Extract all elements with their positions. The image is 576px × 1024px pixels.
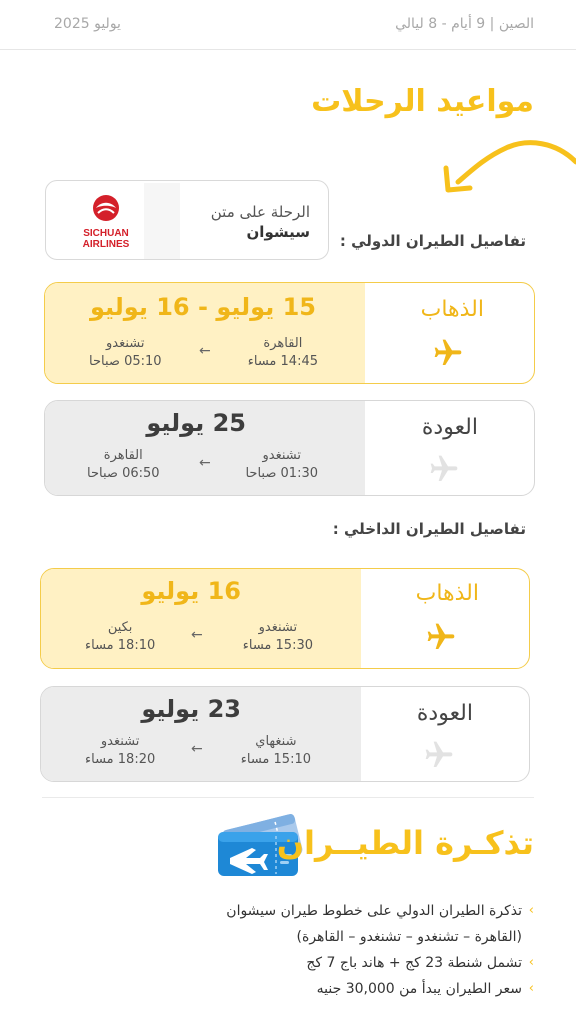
airline-name: سيشوان [246,223,311,241]
page-title: مواعيد الرحلات [311,84,534,119]
direction-label: العودة [416,701,473,726]
intl-return-card: العودة 25 يوليو تشنغدو 01:30 صباحا ← الق… [44,400,535,496]
airline-card: SICHUAN AIRLINES الرحلة على متن سيشوان [45,180,329,260]
departure-time: 15:30 مساء [242,638,313,653]
arrival-info: تشنغدو 18:20 مساء [85,733,155,769]
list-item: › تذكرة الطيران الدولي على خطوط طيران سيش… [226,903,534,919]
list-item: › تشمل شنطة 23 كج + هاند باج 7 كج [306,955,534,971]
section-divider [42,797,534,798]
departure-city: تشنغدو [262,448,301,463]
flight-date: 25 يوليو [146,409,246,437]
airplane-icon [434,339,462,365]
arrival-info: بكين 18:10 مساء [85,619,155,655]
flight-date: 23 يوليو [141,695,241,723]
list-item: (القاهرة – تشنغدو – تشنغدو – القاهرة) [296,929,522,945]
arrow-left-icon: ← [199,343,211,359]
departure-time: 15:10 مساء [240,752,311,767]
logo-text-1: SICHUAN [83,228,129,239]
list-item: › سعر الطيران يبدأ من 30,000 جنيه [316,981,534,997]
departure-time: 14:45 مساء [247,354,318,369]
curved-arrow-icon [443,140,576,193]
departure-city: شنغهاي [255,734,297,749]
trip-period: يوليو 2025 [54,16,121,32]
intl-outbound-card: الذهاب 15 يوليو - 16 يوليو القاهرة 14:45… [44,282,535,384]
arrival-city: تشنغدو [100,734,140,749]
domestic-outbound-card: الذهاب 16 يوليو تشنغدو 15:30 مساء ← بكين… [40,568,530,669]
top-bar: الصين | 9 أيام - 8 ليالي يوليو 2025 [0,0,576,50]
arrow-left-icon: ← [199,455,211,471]
sichuan-airlines-logo: SICHUAN AIRLINES [68,183,180,259]
ticket-details-list: › تذكرة الطيران الدولي على خطوط طيران سيش… [34,898,534,1002]
ticket-title: تذكـرة الطيــران [276,824,534,862]
arrival-time: 05:10 صباحا [89,354,162,369]
direction-label: العودة [421,415,478,440]
arrival-info: القاهرة 06:50 صباحا [87,447,160,483]
arrow-left-icon: ← [191,741,203,757]
departure-info: شنغهاي 15:10 مساء [241,733,311,769]
international-flights-label: تفاصيل الطيران الدولي : [339,232,526,250]
direction-label: الذهاب [420,297,484,322]
departure-info: تشنغدو 15:30 مساء [243,619,313,655]
trip-info: الصين | 9 أيام - 8 ليالي [395,16,534,32]
flight-date: 15 يوليو - 16 يوليو [89,293,316,321]
arrival-city: تشنغدو [106,336,145,351]
departure-city: القاهرة [263,336,303,351]
arrival-info: تشنغدو 05:10 صباحا [89,335,162,371]
logo-text-2: AIRLINES [83,239,130,250]
departure-time: 01:30 صباحا [245,466,318,481]
arrival-time: 18:20 مساء [85,752,156,767]
arrival-city: بكين [107,620,133,635]
arrival-time: 18:10 مساء [85,638,156,653]
departure-info: القاهرة 14:45 مساء [248,335,318,371]
domestic-return-card: العودة 23 يوليو شنغهاي 15:10 مساء ← تشنغ… [40,686,530,782]
domestic-flights-label: تفاصيل الطيران الداخلي : [332,520,526,538]
airplane-icon [425,741,453,767]
departure-info: تشنغدو 01:30 صباحا [245,447,318,483]
flight-date: 16 يوليو [141,577,241,605]
airline-caption: الرحلة على متن [210,203,310,221]
airplane-icon [430,455,458,481]
direction-label: الذهاب [415,581,479,606]
arrival-city: القاهرة [103,448,143,463]
arrow-left-icon: ← [191,627,203,643]
airplane-icon [427,623,455,649]
arrival-time: 06:50 صباحا [87,466,160,481]
departure-city: تشنغدو [258,620,298,635]
